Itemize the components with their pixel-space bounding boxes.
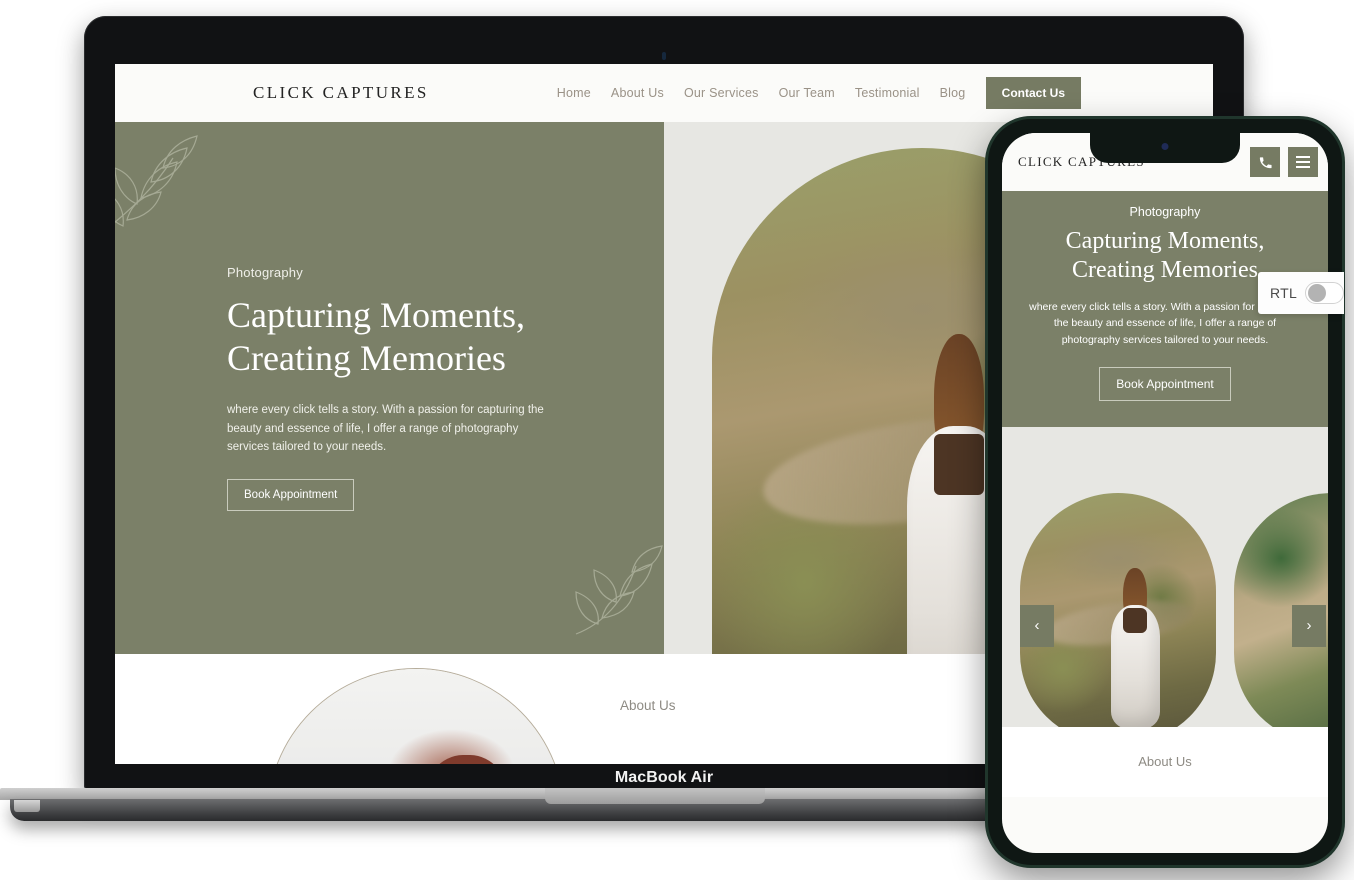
carousel-subject (1110, 567, 1161, 727)
nav-item-home[interactable]: Home (557, 86, 591, 100)
about-photo-subject (421, 755, 511, 764)
phone-screen: CLICK CAPTURES Photography Capturing Mom… (1002, 133, 1328, 853)
laptop-base-notch (545, 788, 765, 804)
nav-item-about-us[interactable]: About Us (611, 86, 664, 100)
hero-title-line-2: Creating Memories (227, 337, 506, 378)
mobile-about-section: About Us (1002, 726, 1328, 797)
contact-us-button[interactable]: Contact Us (985, 77, 1081, 109)
phone-notch (1090, 133, 1240, 163)
hero-eyebrow: Photography (227, 265, 303, 281)
laptop-model-label: MacBook Air (614, 768, 714, 786)
hero-title: Capturing Moments, Creating Memories (227, 294, 567, 379)
leaf-decoration-icon-secondary (575, 545, 663, 635)
site-navbar: CLICK CAPTURES Home About Us Our Service… (115, 64, 1213, 122)
site-logo[interactable]: CLICK CAPTURES (253, 83, 429, 103)
about-photo-fill (268, 669, 564, 764)
hero-content-panel: Photography Capturing Moments, Creating … (115, 122, 664, 654)
laptop-foot-left (14, 800, 40, 812)
carousel-prev-button[interactable]: ‹ (1020, 604, 1054, 647)
phone-icon (1259, 156, 1272, 168)
mobile-hero-eyebrow: Photography (1129, 205, 1201, 219)
mobile-nav-actions (1250, 147, 1318, 177)
iphone-mockup: CLICK CAPTURES Photography Capturing Mom… (985, 116, 1345, 868)
carousel-next-button[interactable]: › (1292, 604, 1326, 647)
mobile-gallery-carousel: ‹ › (1002, 426, 1328, 727)
rtl-toggle-switch[interactable] (1305, 282, 1344, 304)
laptop-camera-icon (662, 52, 666, 60)
nav-item-our-services[interactable]: Our Services (684, 86, 759, 100)
book-appointment-button[interactable]: Book Appointment (227, 478, 355, 511)
mobile-about-label: About Us (1138, 754, 1192, 770)
hero-paragraph: where every click tells a story. With a … (227, 404, 544, 454)
hero-title-line-1: Capturing Moments, (227, 295, 525, 336)
rtl-toggle-widget[interactable]: RTL (1258, 272, 1344, 314)
about-photo (267, 668, 565, 764)
subject-bodice (933, 433, 984, 496)
mockup-stage: CLICK CAPTURES Home About Us Our Service… (0, 0, 1354, 880)
about-section-label: About Us (620, 698, 676, 713)
nav-item-testimonial[interactable]: Testimonial (855, 86, 920, 100)
rtl-label: RTL (1270, 285, 1298, 301)
nav-item-blog[interactable]: Blog (940, 86, 966, 100)
hamburger-menu-icon (1296, 156, 1310, 168)
leaf-decoration-icon (115, 135, 198, 227)
mobile-hero-title-line-1: Capturing Moments, (1065, 228, 1265, 254)
mobile-book-appointment-button[interactable]: Book Appointment (1099, 366, 1231, 401)
phone-call-button[interactable] (1250, 147, 1280, 177)
mobile-menu-button[interactable] (1288, 147, 1318, 177)
main-navigation: Home About Us Our Services Our Team Test… (557, 86, 966, 100)
mobile-hero-title-line-2: Creating Memories (1072, 256, 1258, 283)
nav-item-our-team[interactable]: Our Team (779, 86, 835, 100)
rtl-toggle-knob (1308, 284, 1327, 302)
phone-camera-icon (1161, 143, 1169, 150)
subject-bodice (1123, 608, 1147, 634)
